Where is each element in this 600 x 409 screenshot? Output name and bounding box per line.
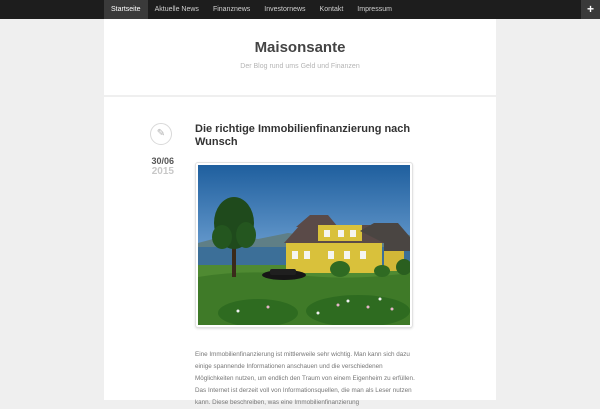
post-title[interactable]: Die richtige Immobilienfinanzierung nach… xyxy=(195,123,415,149)
site-tagline: Der Blog rund ums Geld und Finanzen xyxy=(240,63,360,70)
post-featured-image[interactable] xyxy=(195,162,413,328)
main-menu: Startseite Aktuelle News Finanznews Inve… xyxy=(104,0,399,19)
pencil-icon: ✎ xyxy=(150,123,172,145)
post-date-day: 30/06 xyxy=(151,156,174,166)
post-date-year: 2015 xyxy=(151,166,174,177)
top-navigation-bar: Startseite Aktuelle News Finanznews Inve… xyxy=(0,0,600,19)
post-card: ✎ 30/06 2015 Die richtige Immobilienfina… xyxy=(104,97,496,406)
nav-item-investornews[interactable]: Investornews xyxy=(257,0,312,19)
nav-item-finanznews[interactable]: Finanznews xyxy=(206,0,257,19)
site-title[interactable]: Maisonsante xyxy=(104,39,496,56)
post-excerpt: Eine Immobilienfinanzierung ist mittlerw… xyxy=(195,351,415,407)
nav-item-startseite[interactable]: Startseite xyxy=(104,0,148,19)
nav-item-kontakt[interactable]: Kontakt xyxy=(313,0,351,19)
house-photo xyxy=(198,165,410,325)
site-header: Maisonsante Der Blog rund ums Geld und F… xyxy=(104,19,496,95)
plus-icon[interactable]: + xyxy=(581,0,600,19)
nav-item-aktuelle-news[interactable]: Aktuelle News xyxy=(148,0,206,19)
nav-item-impressum[interactable]: Impressum xyxy=(350,0,399,19)
